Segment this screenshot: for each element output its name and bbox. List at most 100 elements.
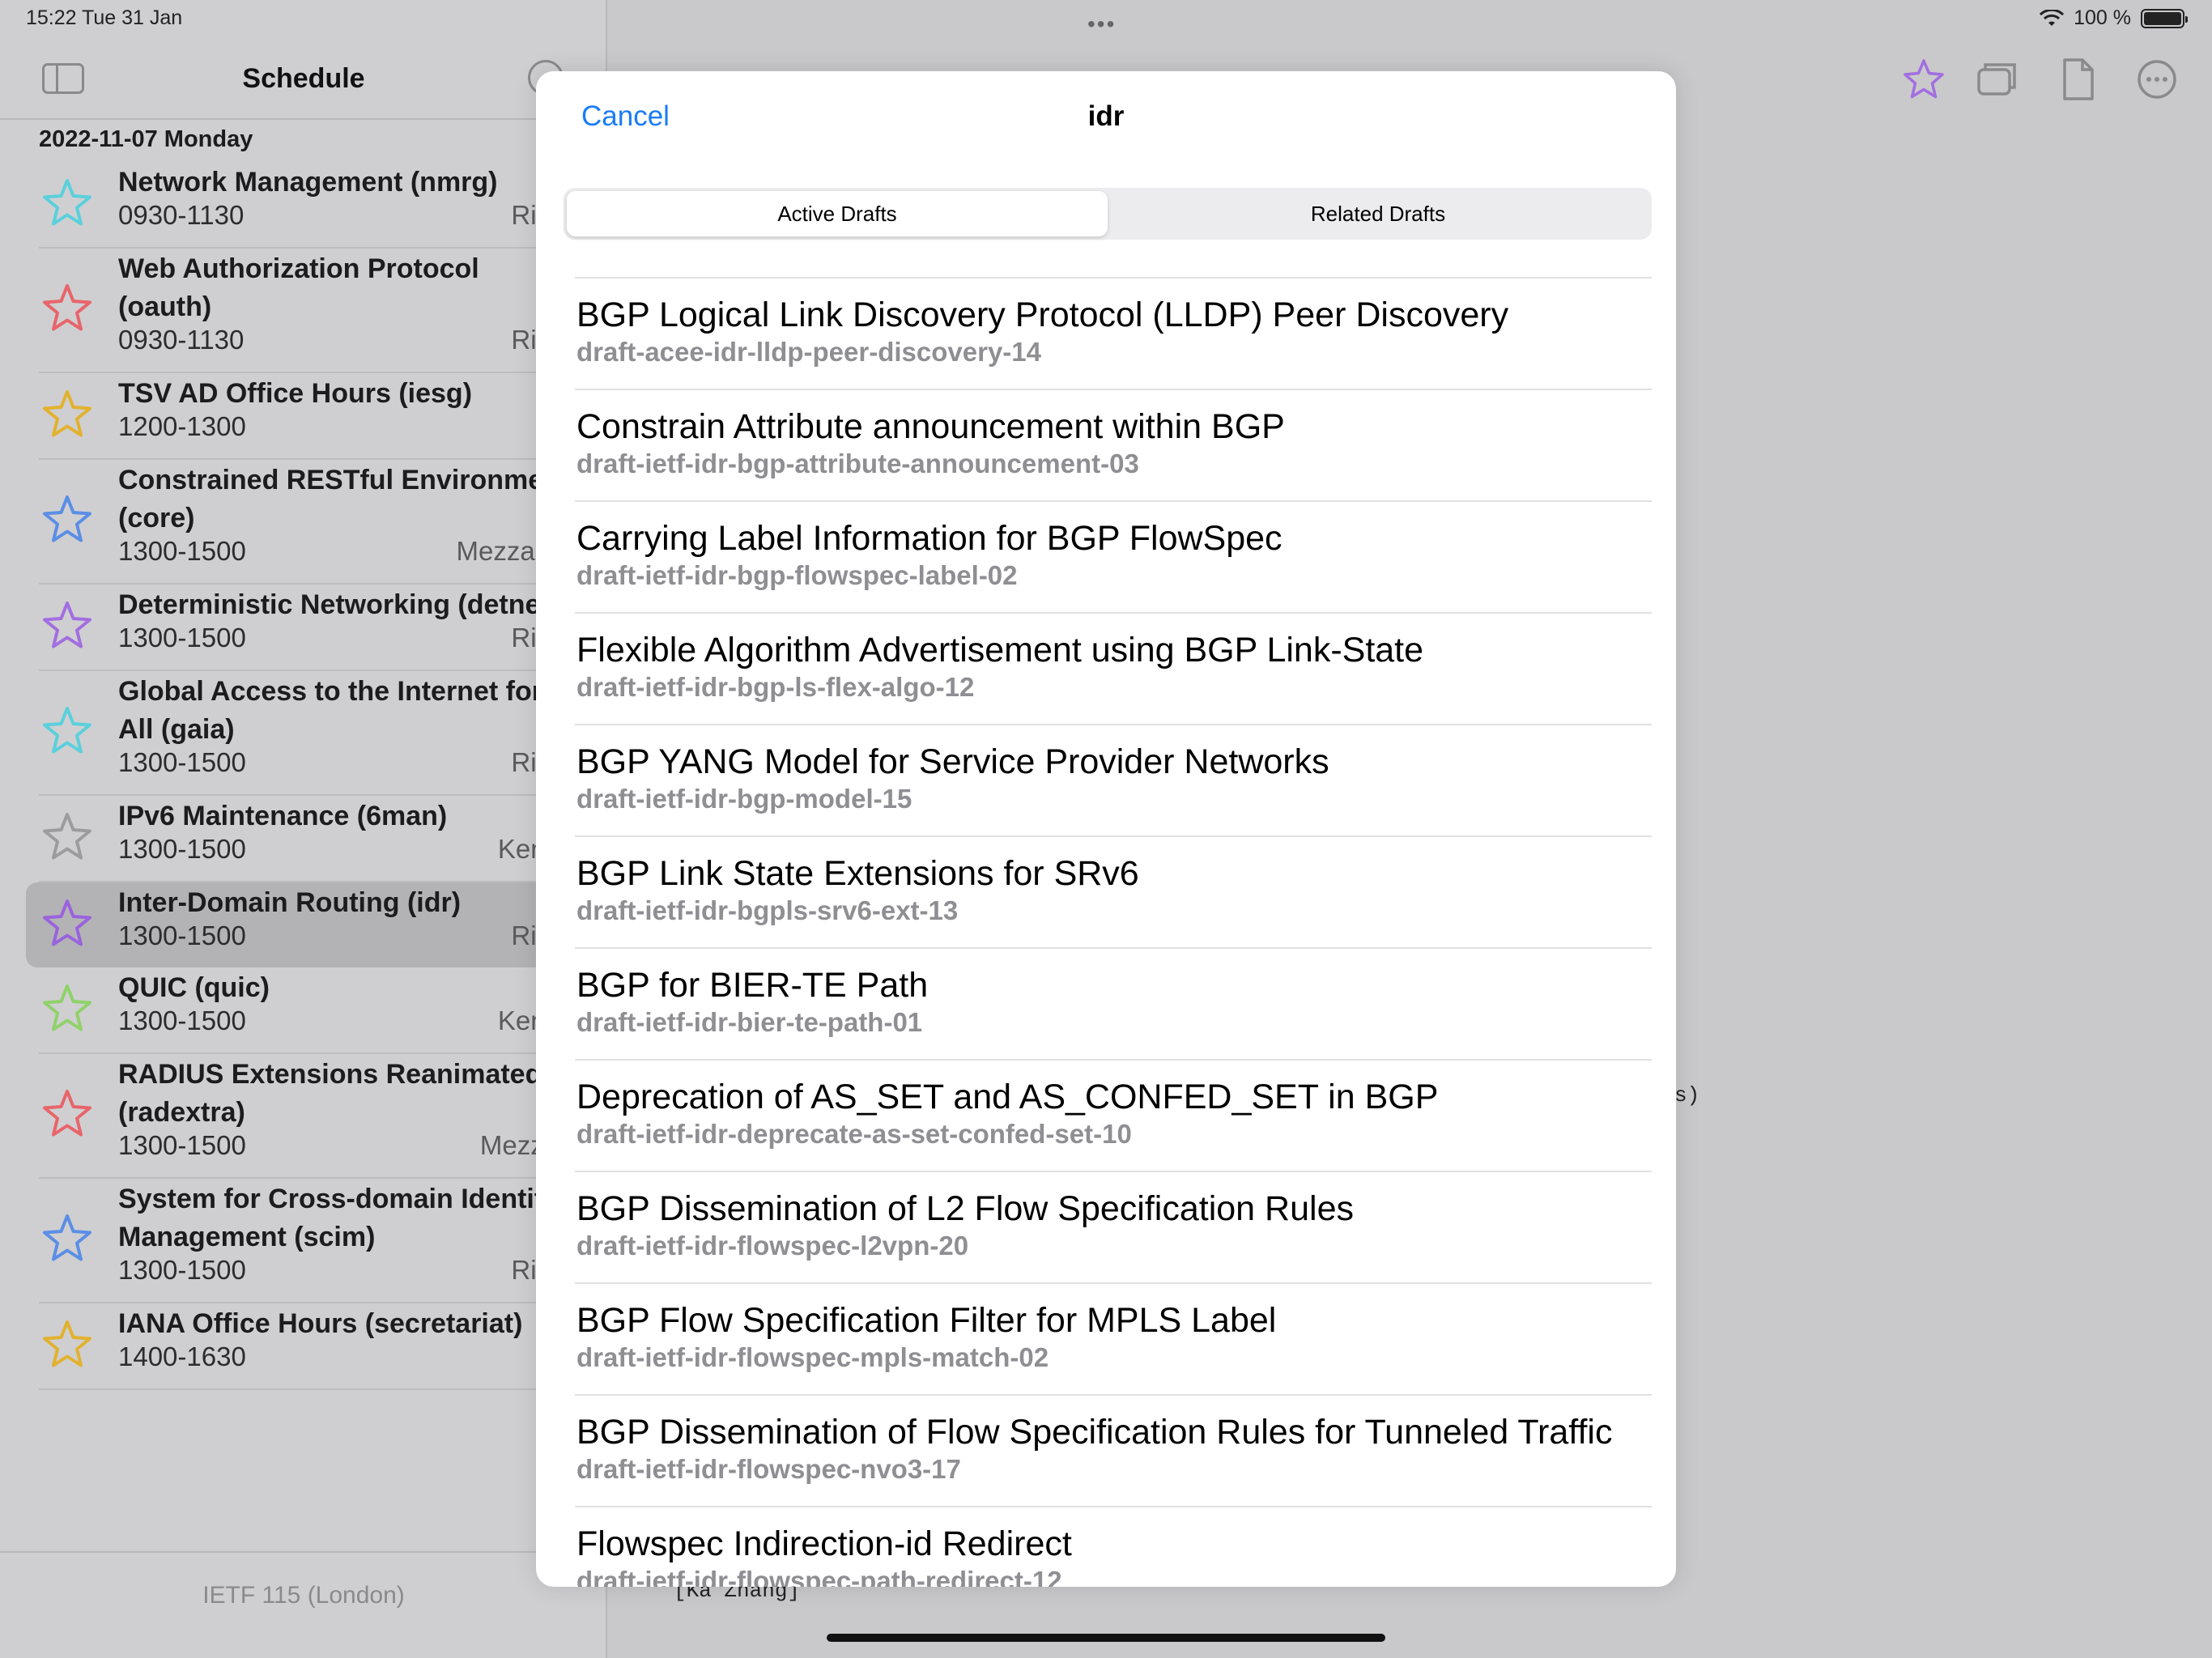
- schedule-list: Network Management (nmrg)0930-1130Richmo…: [0, 162, 606, 1390]
- schedule-item[interactable]: Constrained RESTful Environments (core) 13…: [39, 460, 606, 585]
- battery-icon: [2141, 8, 2188, 28]
- draft-name: draft-ietf-idr-bgp-ls-flex-algo-12: [576, 672, 975, 702]
- draft-title: BGP Dissemination of Flow Specification …: [576, 1413, 1613, 1452]
- schedule-item-title: IANA Office Hours (secretariat): [118, 1308, 523, 1339]
- home-indicator[interactable]: [827, 1634, 1385, 1642]
- schedule-item-meta: 1300-1500Kensington: [118, 834, 606, 868]
- more-options-icon[interactable]: [2134, 57, 2180, 102]
- schedule-item-title: IPv6 Maintenance (6man): [118, 801, 448, 831]
- sidebar-footer: IETF 115 (London): [0, 1551, 606, 1658]
- draft-title: Carrying Label Information for BGP FlowS…: [576, 519, 1283, 558]
- favorite-star-icon[interactable]: [39, 176, 96, 233]
- schedule-item[interactable]: Inter-Domain Routing (idr)1300-1500Richm…: [26, 882, 606, 967]
- draft-row[interactable]: BGP Logical Link Discovery Protocol (LLD…: [575, 278, 1652, 390]
- draft-row[interactable]: BGP for BIER-TE Path draft-ietf-idr-bier-…: [575, 949, 1652, 1061]
- schedule-item[interactable]: TSV AD Office Hours (iesg)1200-1300Hybri…: [39, 373, 606, 460]
- schedule-item[interactable]: Network Management (nmrg)0930-1130Richmo…: [39, 162, 606, 249]
- draft-title: BGP for BIER-TE Path: [576, 966, 929, 1005]
- copy-windows-icon[interactable]: [1974, 57, 2019, 102]
- favorite-star-icon[interactable]: [39, 810, 96, 867]
- schedule-item-title: Global Access to the Internet for: [118, 676, 542, 707]
- schedule-item[interactable]: Deterministic Networking (detnet) 1300-15…: [39, 585, 606, 671]
- draft-row[interactable]: BGP Flow Specification Filter for MPLS L…: [575, 1284, 1652, 1396]
- status-right: 100 %: [2040, 6, 2188, 30]
- favorite-star-icon[interactable]: [39, 493, 96, 550]
- tab-related-drafts[interactable]: Related Drafts: [1108, 191, 1648, 236]
- draft-row[interactable]: BGP Dissemination of Flow Specification …: [575, 1396, 1652, 1507]
- schedule-item[interactable]: QUIC (quic)1300-1500Kensington: [39, 967, 606, 1054]
- draft-row[interactable]: Deprecation of AS_SET and AS_CONFED_SET …: [575, 1061, 1652, 1172]
- draft-name: draft-ietf-idr-bgp-attribute-announcemen…: [576, 449, 1139, 478]
- sidebar-title: Schedule: [242, 63, 365, 94]
- schedule-item[interactable]: System for Cross-domain Identity Manageme…: [39, 1179, 606, 1303]
- schedule-item-title: Network Management (nmrg): [118, 167, 498, 198]
- drafts-segmented-control: Active Drafts Related Drafts: [564, 188, 1652, 240]
- wifi-icon: [2040, 9, 2065, 26]
- status-time: 15:22 Tue 31 Jan: [26, 6, 183, 29]
- schedule-item[interactable]: IPv6 Maintenance (6man)1300-1500Kensingt…: [39, 796, 606, 882]
- draft-title: BGP YANG Model for Service Provider Netw…: [576, 742, 1329, 781]
- draft-row[interactable]: BGP YANG Model for Service Provider Netw…: [575, 725, 1652, 837]
- favorite-star-icon[interactable]: [39, 388, 96, 444]
- schedule-item-time: 1300-1500: [118, 834, 246, 864]
- draft-row[interactable]: Constrain Attribute announcement within …: [575, 390, 1652, 502]
- schedule-item-time: 1300-1500: [118, 1255, 246, 1285]
- schedule-item-title: Deterministic Networking (detnet): [118, 589, 559, 620]
- schedule-item-title: Management (scim): [118, 1222, 376, 1252]
- schedule-sidebar: Schedule 2022-11-07 Monday Network Manag…: [0, 0, 607, 1658]
- schedule-item[interactable]: RADIUS Extensions Reanimated (radextra) 13…: [39, 1054, 606, 1179]
- schedule-item-time: 1300-1500: [118, 1005, 246, 1035]
- draft-name: draft-ietf-idr-bgp-model-15: [576, 784, 912, 814]
- meeting-name: IETF 115 (London): [202, 1582, 405, 1609]
- draft-row[interactable]: BGP Dissemination of L2 Flow Specificati…: [575, 1172, 1652, 1284]
- schedule-item-time: 1300-1500: [118, 536, 246, 566]
- draft-title: Deprecation of AS_SET and AS_CONFED_SET …: [576, 1078, 1439, 1116]
- multitasking-dots-icon[interactable]: •••: [1087, 11, 1116, 37]
- schedule-item[interactable]: Global Access to the Internet for All (ga…: [39, 671, 606, 796]
- schedule-item-time: 1200-1300: [118, 411, 246, 441]
- favorite-star-icon[interactable]: [39, 599, 96, 656]
- schedule-item-meta: 1400-1630Gath: [118, 1341, 606, 1375]
- draft-title: Constrain Attribute announcement within …: [576, 407, 1285, 446]
- tab-active-drafts[interactable]: Active Drafts: [567, 191, 1108, 236]
- schedule-item-title: Web Authorization Protocol: [118, 253, 479, 284]
- draft-title: Flexible Algorithm Advertisement using B…: [576, 631, 1424, 670]
- schedule-item-meta: 1300-1500Mezzanine 10-: [118, 536, 606, 570]
- draft-name: draft-ietf-idr-flowspec-mpls-match-02: [576, 1342, 1049, 1372]
- favorite-star-icon[interactable]: [39, 1318, 96, 1375]
- drafts-list: BGP Logical Link Discovery Protocol (LLD…: [575, 277, 1652, 1587]
- schedule-item-title: All (gaia): [118, 714, 235, 745]
- favorite-star-icon[interactable]: [39, 897, 96, 954]
- schedule-item-time: 1300-1500: [118, 1130, 246, 1160]
- detail-text-fragment: s): [1674, 1083, 1700, 1107]
- schedule-item-title: System for Cross-domain Identity: [118, 1184, 559, 1214]
- date-header: 2022-11-07 Monday: [39, 126, 253, 152]
- draft-name: draft-ietf-idr-bier-te-path-01: [576, 1007, 923, 1037]
- schedule-item-meta: 1300-1500Mezzanine 1: [118, 1130, 606, 1164]
- favorite-star-icon[interactable]: [39, 282, 96, 338]
- draft-title: BGP Dissemination of L2 Flow Specificati…: [576, 1189, 1354, 1228]
- favorite-star-icon[interactable]: [39, 982, 96, 1039]
- schedule-item-meta: 0930-1130Richmond: [118, 200, 606, 234]
- favorite-star-icon[interactable]: [39, 1087, 96, 1144]
- favorite-star-icon[interactable]: [1901, 57, 1946, 102]
- draft-row[interactable]: Flowspec Indirection-id Redirect draft-ie…: [575, 1507, 1652, 1587]
- draft-row[interactable]: Flexible Algorithm Advertisement using B…: [575, 614, 1652, 725]
- schedule-item-time: 1300-1500: [118, 747, 246, 777]
- schedule-item-time: 1400-1630: [118, 1341, 246, 1371]
- schedule-item[interactable]: Web Authorization Protocol (oauth) 0930-11…: [39, 249, 606, 373]
- draft-title: BGP Link State Extensions for SRv6: [576, 854, 1139, 893]
- schedule-item-time: 0930-1130: [118, 325, 245, 355]
- schedule-item-meta: 1300-1500Richmond: [118, 920, 606, 954]
- schedule-item[interactable]: IANA Office Hours (secretariat) 1400-1630…: [39, 1303, 606, 1390]
- battery-percent: 100 %: [2074, 6, 2131, 29]
- schedule-item-meta: 1200-1300Hybrid: [118, 411, 606, 445]
- draft-row[interactable]: Carrying Label Information for BGP FlowS…: [575, 502, 1652, 614]
- schedule-item-title: RADIUS Extensions Reanimated: [118, 1059, 542, 1090]
- document-icon[interactable]: [2055, 57, 2100, 102]
- draft-row[interactable]: BGP Link State Extensions for SRv6 draft-…: [575, 837, 1652, 949]
- sidebar-header: Schedule: [0, 49, 606, 120]
- favorite-star-icon[interactable]: [39, 1212, 96, 1269]
- favorite-star-icon[interactable]: [39, 704, 96, 761]
- schedule-item-meta: 1300-1500Kensington: [118, 1005, 606, 1039]
